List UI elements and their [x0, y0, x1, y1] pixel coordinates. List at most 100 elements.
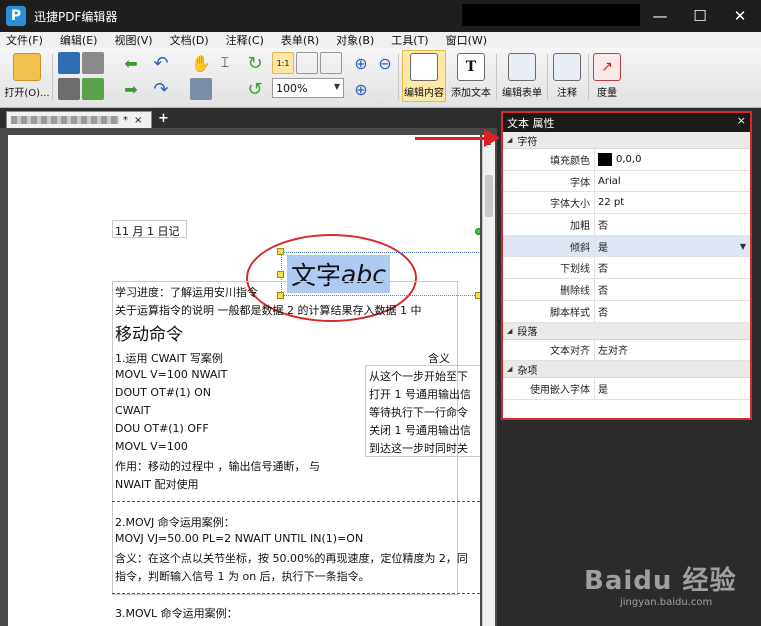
actual-size-icon[interactable]: 1:1	[272, 52, 294, 74]
maximize-button[interactable]: ☐	[688, 5, 712, 27]
redo-icon[interactable]: ↷	[150, 78, 172, 100]
property-name: 下划线	[503, 257, 595, 279]
property-value: 左对齐	[598, 346, 628, 358]
menu-form[interactable]: 表单(R)	[281, 32, 319, 48]
app-logo-icon: P	[6, 6, 26, 26]
open-button[interactable]: 打开(O)...	[4, 50, 50, 102]
toolbar-divider	[588, 54, 589, 100]
arrow-right-icon[interactable]: ➡	[120, 78, 142, 100]
property-underline[interactable]: 下划线否	[503, 257, 750, 280]
zoom-value: 100%	[276, 81, 308, 95]
resize-handle[interactable]	[277, 248, 284, 255]
resize-handle[interactable]	[277, 271, 284, 278]
document-tab[interactable]: * ×	[6, 111, 152, 128]
redacted-area	[462, 4, 640, 26]
toolbar-divider	[398, 54, 399, 100]
zoom-plus-icon[interactable]: ⊕	[350, 78, 372, 100]
property-bold[interactable]: 加粗否	[503, 214, 750, 236]
collapse-icon[interactable]: ◢	[507, 365, 512, 373]
property-italic[interactable]: 倾斜是 ▼	[503, 235, 750, 258]
snapshot-icon[interactable]	[190, 78, 212, 100]
text-line: DOUT OT#(1) ON	[115, 386, 211, 399]
rotate-ccw-icon[interactable]: ↺	[244, 78, 266, 100]
category-misc[interactable]: ◢ 杂项	[503, 361, 750, 379]
property-value: 是	[598, 242, 608, 254]
zoom-in-icon[interactable]: ⊕	[350, 52, 372, 74]
scroll-thumb[interactable]	[485, 175, 493, 217]
property-value: 是	[598, 385, 608, 397]
property-name: 字体大小	[503, 192, 595, 214]
document-tab-bar: * × +	[0, 108, 497, 128]
property-font-size[interactable]: 字体大小 22 pt	[503, 192, 750, 215]
rotate-handle[interactable]	[475, 228, 480, 235]
edit-form-label: 编辑表单	[502, 88, 542, 99]
annotation-arrow-head	[484, 129, 500, 147]
menu-edit[interactable]: 编辑(E)	[60, 32, 98, 48]
menu-object[interactable]: 对象(B)	[336, 32, 374, 48]
hand-tool-icon[interactable]: ✋	[190, 52, 212, 74]
vertical-scrollbar[interactable]: ▲	[482, 135, 495, 626]
property-font[interactable]: 字体 Arial	[503, 170, 750, 193]
fit-page-icon[interactable]	[296, 52, 318, 74]
edit-content-button[interactable]: 编辑内容	[402, 50, 446, 102]
text-line: 作用：移动的过程中 ，输出信号通断， 与	[115, 460, 320, 473]
collapse-icon[interactable]: ◢	[507, 136, 512, 144]
undo-icon[interactable]: ↶	[150, 52, 172, 74]
text-line: 从这个一步开始至下	[369, 370, 468, 383]
measure-button[interactable]: ↗ 度量	[592, 50, 622, 102]
close-button[interactable]: ✕	[728, 5, 752, 27]
property-text-align[interactable]: 文本对齐 左对齐	[503, 339, 750, 362]
add-text-button[interactable]: T 添加文本	[449, 50, 493, 102]
property-name: 使用嵌入字体	[503, 378, 595, 399]
minimize-button[interactable]: —	[648, 5, 672, 27]
menu-tools[interactable]: 工具(T)	[391, 32, 428, 48]
email-icon[interactable]	[82, 78, 104, 100]
print-icon[interactable]	[82, 52, 104, 74]
text-line: 含义：在这个点以关节坐标，按 50.00%的再现速度，定位精度为 2，同	[115, 552, 468, 565]
collapse-icon[interactable]: ◢	[507, 327, 512, 335]
menu-view[interactable]: 视图(V)	[114, 32, 152, 48]
text-line: MOVJ VJ=50.00 PL=2 NWAIT UNTIL IN(1)=ON	[115, 532, 364, 545]
new-tab-button[interactable]: +	[158, 111, 169, 126]
window-title: 迅捷PDF编辑器	[34, 9, 118, 24]
property-fill-color[interactable]: 填充颜色 0,0,0	[503, 149, 750, 171]
annotate-button[interactable]: 注释	[550, 50, 584, 102]
property-name: 填充颜色	[503, 149, 595, 170]
toolbar-divider	[496, 54, 497, 100]
property-strikethrough[interactable]: 删除线否	[503, 279, 750, 301]
menu-window[interactable]: 窗口(W)	[446, 32, 487, 48]
rotate-cw-icon[interactable]: ↻	[244, 52, 266, 74]
text-line: 1.运用 CWAIT 写案例	[115, 352, 223, 365]
property-name: 文本对齐	[503, 339, 595, 361]
property-embedded-font[interactable]: 使用嵌入字体是	[503, 378, 750, 400]
property-value: Arial	[598, 175, 621, 187]
property-value: 否	[598, 220, 608, 232]
divider	[112, 593, 480, 594]
text-line: 到达这一步时同时关	[369, 442, 468, 455]
category-paragraph[interactable]: ◢ 段落	[503, 322, 750, 340]
pdf-page[interactable]: 11 月 1 日记 文字 abc 学习进度：了解运用安川指令 关于运算指令的说明 …	[8, 135, 480, 626]
save-icon[interactable]	[58, 52, 80, 74]
menu-file[interactable]: 文件(F)	[6, 32, 43, 48]
chevron-down-icon[interactable]: ▼	[740, 242, 746, 251]
edit-form-button[interactable]: 编辑表单	[500, 50, 544, 102]
close-icon[interactable]: ×	[737, 114, 746, 127]
annotate-label: 注释	[557, 88, 577, 99]
menu-document[interactable]: 文档(D)	[170, 32, 209, 48]
category-character[interactable]: ◢ 字符	[503, 132, 750, 149]
arrow-left-icon[interactable]: ⬅	[120, 52, 142, 74]
text-line: DOU OT#(1) OFF	[115, 422, 209, 435]
color-swatch[interactable]	[598, 152, 612, 166]
text-line: CWAIT	[115, 404, 151, 417]
zoom-out-icon[interactable]: ⊖	[374, 52, 396, 74]
resize-handle[interactable]	[475, 292, 480, 299]
property-script-style[interactable]: 脚本样式否	[503, 300, 750, 323]
menu-comment[interactable]: 注释(C)	[226, 32, 264, 48]
fit-width-icon[interactable]	[320, 52, 342, 74]
title-bar: P 迅捷PDF编辑器 — ☐ ✕	[0, 0, 761, 32]
zoom-select[interactable]: 100% ▼	[272, 78, 344, 98]
property-name: 倾斜	[503, 235, 595, 257]
printer-icon[interactable]	[58, 78, 80, 100]
tab-close-icon[interactable]: ×	[134, 115, 142, 126]
select-text-icon[interactable]: ⌶	[214, 52, 236, 74]
